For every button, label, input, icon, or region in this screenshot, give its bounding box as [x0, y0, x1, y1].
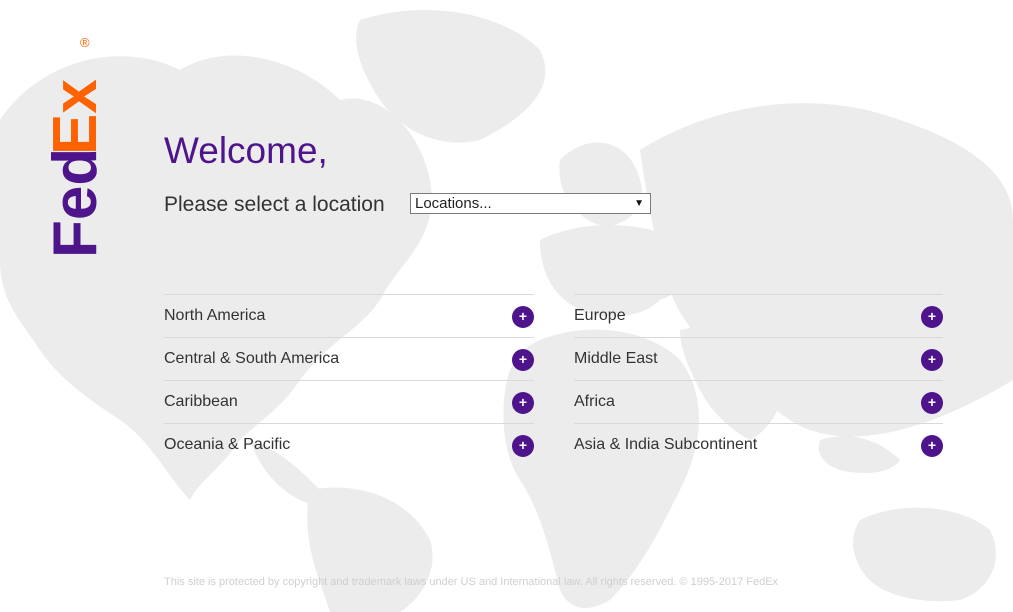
plus-icon[interactable]: + [921, 392, 943, 414]
region-label: Caribbean [164, 393, 238, 410]
plus-icon[interactable]: + [921, 349, 943, 371]
region-caribbean[interactable]: Caribbean + [164, 380, 534, 423]
region-label: Africa [574, 393, 615, 410]
region-label: Oceania & Pacific [164, 436, 291, 453]
region-list-right: Europe + Middle East + Africa + Asia & I… [574, 294, 943, 466]
plus-icon[interactable]: + [512, 306, 534, 328]
region-label: Asia & India Subcontinent [574, 436, 758, 453]
plus-icon[interactable]: + [512, 392, 534, 414]
region-label: Europe [574, 307, 626, 324]
plus-icon[interactable]: + [921, 306, 943, 328]
fedex-logo-mark: Fed Ex ® [41, 35, 110, 258]
page: Fed Ex ® Welcome, Please select a locati… [0, 0, 1013, 612]
region-north-america[interactable]: North America + [164, 294, 534, 337]
region-label: North America [164, 307, 266, 324]
logo-ex: Ex [41, 79, 110, 155]
location-dropdown[interactable]: Locations... ▼ [410, 193, 651, 214]
region-asia-india-subcontinent[interactable]: Asia & India Subcontinent + [574, 423, 943, 466]
plus-icon[interactable]: + [512, 349, 534, 371]
region-label: Central & South America [164, 350, 340, 367]
region-oceania-pacific[interactable]: Oceania & Pacific + [164, 423, 534, 466]
region-africa[interactable]: Africa + [574, 380, 943, 423]
plus-icon[interactable]: + [921, 435, 943, 457]
region-central-south-america[interactable]: Central & South America + [164, 337, 534, 380]
logo-fed: Fed [41, 148, 110, 258]
region-label: Middle East [574, 350, 658, 367]
location-dropdown-value: Locations... [415, 195, 492, 212]
plus-icon[interactable]: + [512, 435, 534, 457]
dropdown-arrow-icon: ▼ [634, 198, 644, 209]
welcome-heading: Welcome, [164, 130, 328, 171]
region-list-left: North America + Central & South America … [164, 294, 534, 466]
region-middle-east[interactable]: Middle East + [574, 337, 943, 380]
copyright-footer: This site is protected by copyright and … [164, 576, 779, 588]
fedex-logo: Fed Ex ® [34, 35, 110, 260]
location-prompt: Please select a location [164, 193, 385, 216]
region-europe[interactable]: Europe + [574, 294, 943, 337]
logo-registered: ® [80, 35, 90, 50]
